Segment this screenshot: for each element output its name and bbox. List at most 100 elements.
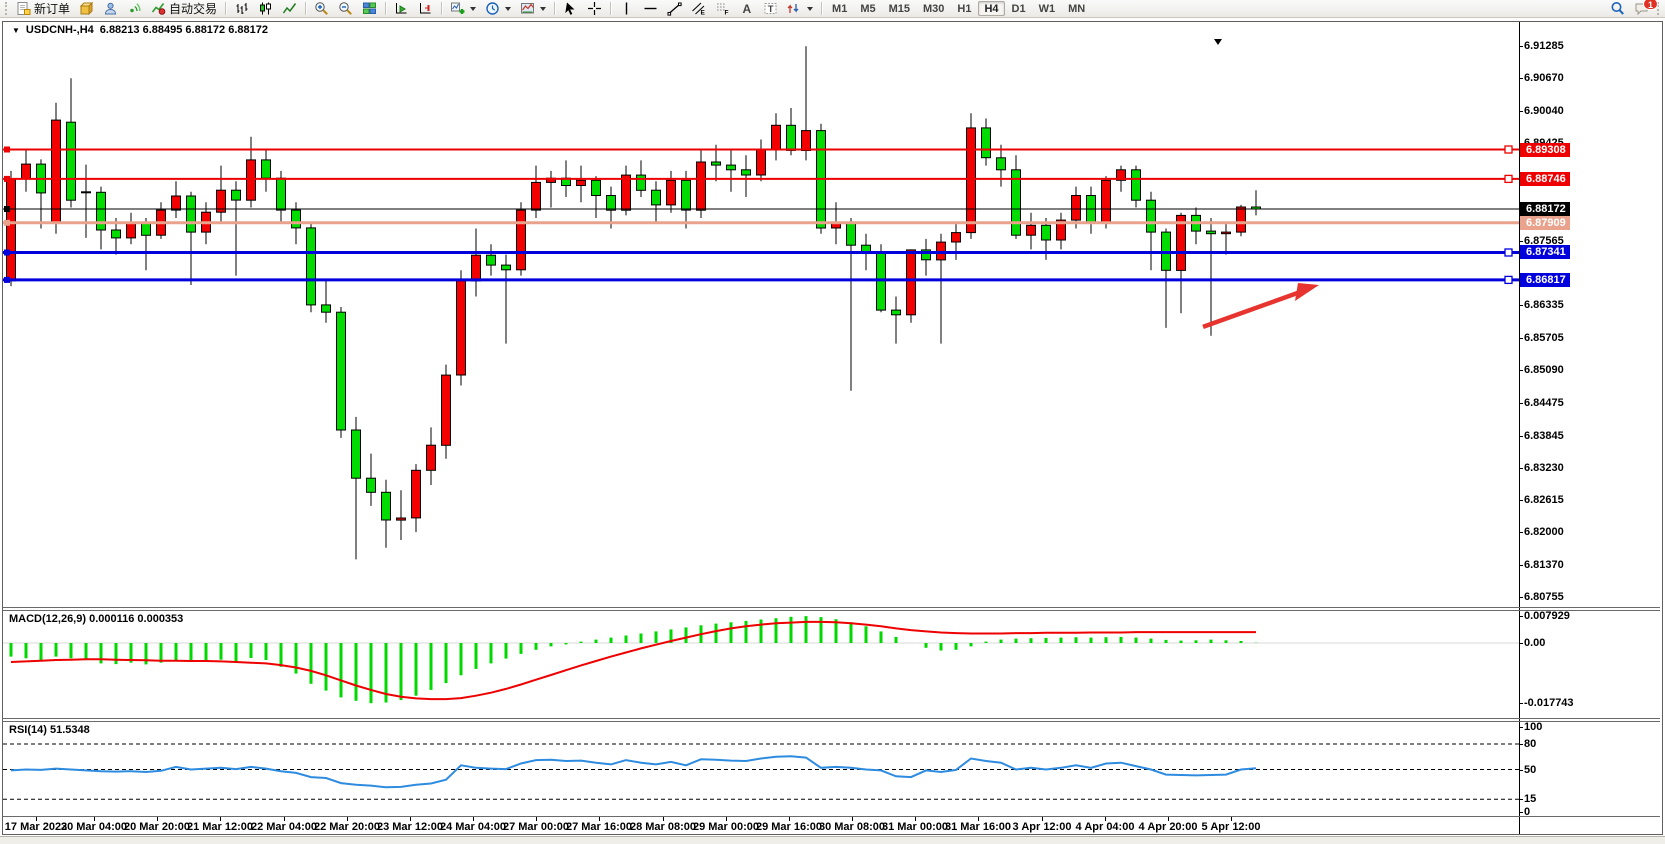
profile-button[interactable] [99,1,122,17]
bar-chart-button[interactable] [230,1,253,17]
svg-text:E: E [701,10,706,17]
trendline-button[interactable] [663,1,686,17]
price-tick [1519,305,1523,306]
timeframe-button-mn[interactable]: MN [1062,1,1091,16]
arrows-button[interactable] [783,1,817,17]
cube-icon [79,1,94,16]
auto-scroll-button[interactable] [390,1,413,17]
templates-button[interactable] [516,1,550,17]
chat-button[interactable]: 1 [1630,1,1653,17]
macd-tick-label: -0.017743 [1524,697,1574,709]
timeframe-button-m5[interactable]: M5 [854,1,881,16]
pane-separator[interactable] [3,607,1660,608]
periods-button[interactable] [481,1,515,17]
autotrading-button-label: 自动交易 [169,0,217,17]
svg-text:F: F [725,10,729,17]
text-button[interactable]: A [735,1,758,17]
rsi-tick [1519,727,1523,728]
rsi-tick-label: 15 [1524,793,1536,805]
price-tick-label: 6.80755 [1524,591,1564,603]
timeframe-button-m15[interactable]: M15 [883,1,916,16]
zoom-out-icon [338,1,353,16]
chart-shift-icon [418,1,433,16]
price-level-line-6.87341[interactable] [3,249,1519,256]
new-order-button[interactable]: 新订单 [12,1,74,17]
signals-button[interactable] [123,1,146,17]
price-tick [1519,111,1523,112]
zoom-in-button[interactable] [310,1,333,17]
timeframe-button-w1[interactable]: W1 [1033,1,1062,16]
cursor-button[interactable] [559,1,582,17]
channel-icon: E [691,1,706,16]
timeframe-button-h1[interactable]: H1 [951,1,977,16]
price-tick-label: 6.83230 [1524,462,1564,474]
price-level-line-6.87909[interactable] [3,220,1519,226]
text-label-button[interactable]: T [759,1,782,17]
price-level-line-6.88172[interactable] [3,206,1519,212]
price-tick [1519,403,1523,404]
macd-pane[interactable] [3,611,1519,718]
price-tick-label: 6.85090 [1524,364,1564,376]
toolbar-separator [305,2,306,15]
chevron-down-icon[interactable] [540,7,546,11]
fibonacci-button[interactable]: F [711,1,734,17]
zoom-out-button[interactable] [334,1,357,17]
chevron-down-icon[interactable] [470,7,476,11]
macd-tick [1519,703,1523,704]
price-tick [1519,597,1523,598]
rsi-tick [1519,744,1523,745]
timeframe-button-m1[interactable]: M1 [826,1,853,16]
horizontal-line-button[interactable] [639,1,662,17]
toolbar-separator [441,2,442,15]
line-chart-icon [282,1,297,16]
rsi-tick [1519,799,1523,800]
new-order-button-label: 新订单 [34,0,70,17]
line-chart-button[interactable] [278,1,301,17]
fibonacci-icon: F [715,1,730,16]
tile-windows-button[interactable] [358,1,381,17]
price-tick-label: 6.91285 [1524,40,1564,52]
candlestick-chart-button[interactable] [254,1,277,17]
chart-title-ohlc: 6.88213 6.88495 6.88172 6.88172 [100,24,268,36]
rsi-pane[interactable] [3,722,1519,815]
trendline-icon [667,1,682,16]
macd-tick [1519,616,1523,617]
chart-shift-button[interactable] [414,1,437,17]
equidistant-channel-button[interactable]: E [687,1,710,17]
text-label-icon: T [763,1,778,16]
timeframe-button-m30[interactable]: M30 [917,1,950,16]
vertical-line-button[interactable] [615,1,638,17]
price-tick-label: 6.86335 [1524,299,1564,311]
price-level-line-6.86817[interactable] [3,276,1519,283]
toolbar-separator [554,2,555,15]
template-icon [520,1,535,16]
autotrading-button[interactable]: 自动交易 [147,1,221,17]
timeframe-button-d1[interactable]: D1 [1006,1,1032,16]
crosshair-button[interactable] [583,1,606,17]
arrow-annotation[interactable] [1203,283,1319,327]
price-tick-label: 6.84475 [1524,397,1564,409]
pane-separator [3,816,1660,817]
price-chart-pane[interactable] [3,36,1519,607]
search-button[interactable] [1606,1,1629,17]
candlestick-icon [258,1,273,16]
macd-tick-label: 0.007929 [1524,610,1570,622]
toolbar-separator [225,2,226,15]
price-tick-label: 6.90670 [1524,72,1564,84]
profile-icon [103,1,118,16]
price-tick-label: 6.85705 [1524,332,1564,344]
chart-title-symbol: USDCNH-,H4 [26,24,94,36]
timeframe-button-h4[interactable]: H4 [978,1,1004,16]
price-tick [1519,46,1523,47]
indicators-button[interactable] [446,1,480,17]
arrows-icon [787,1,802,16]
date-label: 5 Apr 12:00 [1186,821,1276,833]
chart-menu-triangle-icon[interactable]: ▼ [12,26,20,35]
chevron-down-icon[interactable] [505,7,511,11]
chart-shift-marker-icon[interactable] [1214,39,1222,45]
price-tick-label: 6.83845 [1524,430,1564,442]
pane-separator[interactable] [3,718,1660,719]
crosshair-icon [587,1,602,16]
chevron-down-icon[interactable] [807,7,813,11]
chart-cube-button[interactable] [75,1,98,17]
